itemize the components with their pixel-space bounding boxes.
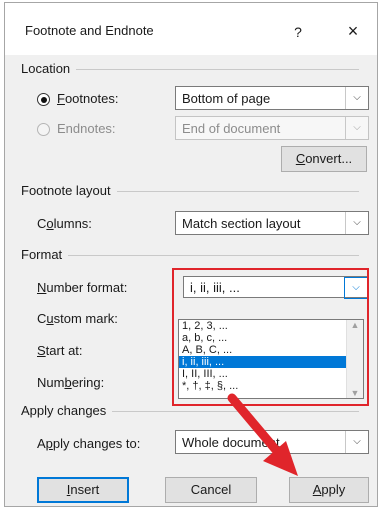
columns-label: Columns:: [37, 216, 92, 231]
location-section-label: Location: [21, 61, 77, 76]
footnote-layout-section-label: Footnote layout: [21, 183, 117, 198]
cancel-button[interactable]: Cancel: [165, 477, 257, 503]
footnote-endnote-dialog: Footnote and Endnote ? × Location Footno…: [4, 2, 378, 507]
close-button[interactable]: ×: [333, 17, 373, 45]
custom-mark-label: Custom mark:: [37, 311, 118, 326]
apply-to-label: Apply changes to:: [37, 436, 141, 451]
dropdown-option[interactable]: 1, 2, 3, ...: [179, 320, 363, 332]
number-format-label: Number format:: [37, 280, 128, 295]
dropdown-option[interactable]: *, †, ‡, §, ...: [179, 380, 363, 392]
dialog-title: Footnote and Endnote: [25, 23, 154, 38]
dropdown-scrollbar[interactable]: ▲ ▼: [346, 320, 363, 398]
number-format-select[interactable]: i, ii, iii, ... ⌵: [183, 276, 369, 299]
dropdown-option[interactable]: i, ii, iii, ...: [179, 356, 363, 368]
columns-select[interactable]: Match section layout ⌵: [175, 211, 369, 235]
footnotes-label: Footnotes:: [57, 91, 119, 106]
location-section: Location: [5, 61, 377, 77]
endnotes-radio[interactable]: [37, 123, 50, 136]
footnotes-position-select[interactable]: Bottom of page ⌵: [175, 86, 369, 110]
apply-to-select[interactable]: Whole document ⌵: [175, 430, 369, 454]
footnotes-position-value: Bottom of page: [182, 91, 271, 106]
apply-button[interactable]: Apply: [289, 477, 369, 503]
divider: [21, 255, 359, 256]
columns-value: Match section layout: [182, 216, 301, 231]
chevron-down-icon: ⌵: [345, 431, 368, 453]
chevron-down-icon: ⌵: [345, 212, 368, 234]
chevron-down-icon: ⌵: [345, 87, 368, 109]
footnote-layout-section: Footnote layout: [5, 183, 377, 199]
apply-to-value: Whole document: [182, 435, 280, 450]
endnotes-position-select[interactable]: End of document ⌵: [175, 116, 369, 140]
scroll-up-icon[interactable]: ▲: [347, 320, 363, 330]
apply-changes-section: Apply changes: [5, 403, 377, 419]
help-button[interactable]: ?: [281, 19, 315, 45]
convert-button[interactable]: Convert...: [281, 146, 367, 172]
numbering-label: Numbering:: [37, 375, 105, 390]
insert-button[interactable]: Insert: [37, 477, 129, 503]
start-at-label: Start at:: [37, 343, 83, 358]
apply-changes-section-label: Apply changes: [21, 403, 113, 418]
chevron-down-icon: ⌵: [344, 277, 368, 299]
format-section: Format: [5, 247, 377, 263]
title-bar: Footnote and Endnote ? ×: [5, 3, 377, 55]
number-format-dropdown-list[interactable]: 1, 2, 3, ... a, b, c, ... A, B, C, ... i, i…: [178, 319, 364, 399]
scroll-down-icon[interactable]: ▼: [347, 388, 363, 398]
footnotes-radio[interactable]: [37, 93, 50, 106]
dropdown-option[interactable]: a, b, c, ...: [179, 332, 363, 344]
endnotes-label: Endnotes:: [57, 121, 116, 136]
endnotes-position-value: End of document: [182, 121, 281, 136]
dropdown-option[interactable]: I, II, III, ...: [179, 368, 363, 380]
dropdown-items: 1, 2, 3, ... a, b, c, ... A, B, C, ... i, i…: [179, 320, 363, 392]
chevron-down-icon: ⌵: [345, 117, 368, 139]
number-format-value: i, ii, iii, ...: [190, 280, 240, 295]
dropdown-option[interactable]: A, B, C, ...: [179, 344, 363, 356]
format-section-label: Format: [21, 247, 69, 262]
